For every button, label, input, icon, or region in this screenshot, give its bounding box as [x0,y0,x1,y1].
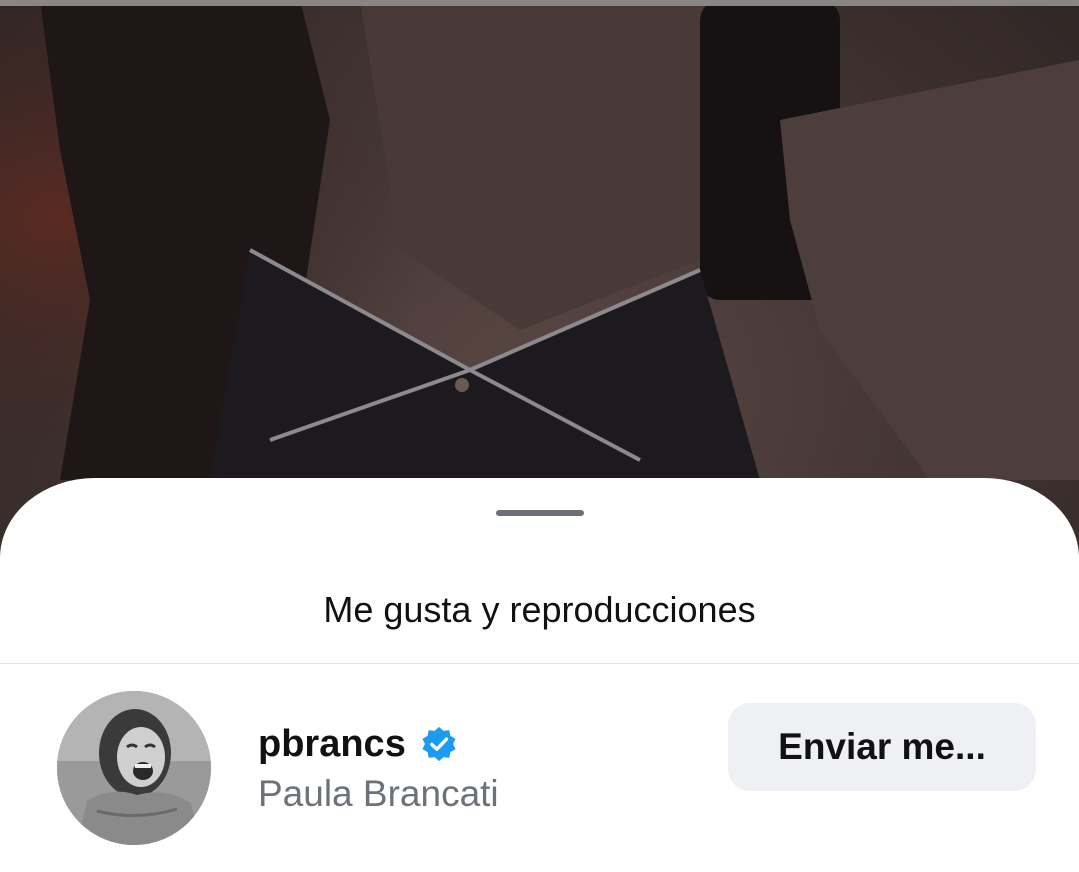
avatar[interactable] [57,691,211,845]
username-line: pbrancs [258,722,458,766]
sheet-drag-handle[interactable] [496,510,584,516]
full-name: Paula Brancati [258,773,499,814]
avatar-photo [57,691,211,845]
username[interactable]: pbrancs [258,722,406,766]
verified-badge-icon [422,726,456,762]
liker-row[interactable]: pbrancs Paula Brancati Enviar me... [0,664,1079,872]
sheet-title: Me gusta y reproducciones [323,589,756,630]
screen: Me gusta y reproducciones pbrancs Paula … [0,0,1079,872]
progress-bar-track [0,0,1079,6]
likes-bottom-sheet: Me gusta y reproducciones pbrancs Paula … [0,478,1079,872]
send-message-button[interactable]: Enviar me... [728,703,1036,791]
